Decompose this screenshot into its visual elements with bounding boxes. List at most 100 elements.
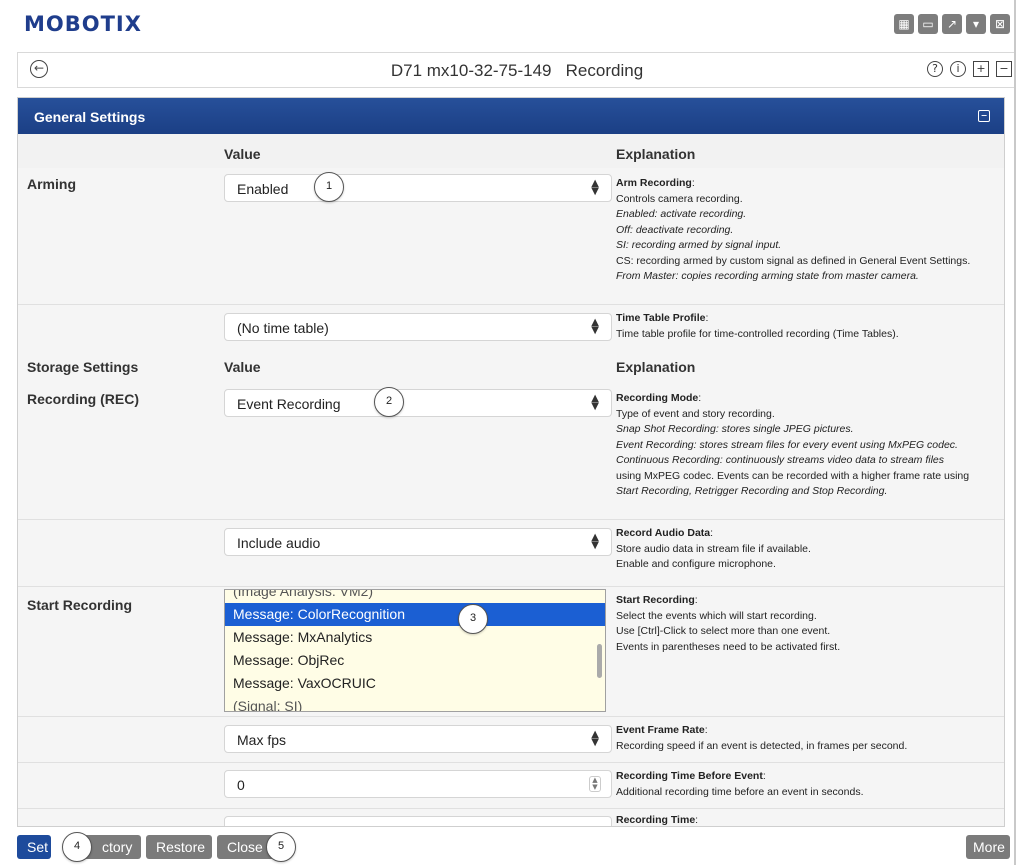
audio-expl-title: Record Audio Data: [616, 527, 711, 539]
recording-explanation: Recording Mode: Type of event and story …: [616, 391, 1001, 500]
restore-button[interactable]: Restore: [146, 835, 212, 859]
panel-header[interactable]: General Settings −: [18, 98, 1004, 134]
start-recording-label: Start Recording: [27, 597, 133, 613]
recording-time-expl-title: Recording Time: [616, 814, 696, 826]
arming-expl-line: Off: deactivate recording.: [616, 223, 734, 236]
frame-rate-explanation: Event Frame Rate: Recording speed if an …: [616, 723, 1001, 754]
select-arrow-icon: ▲ ▼: [591, 729, 599, 748]
timetable-expl-line: Time table profile for time-controlled r…: [616, 327, 899, 340]
arming-row: Arming Enabled ▲ ▼ 1 Arm Recording: Contr…: [18, 168, 1004, 304]
title-icon-group: ? i + −: [927, 61, 1012, 77]
callout-badge-3: 3: [458, 604, 488, 634]
storage-header-row: Storage Settings Value Explanation: [18, 349, 1004, 383]
timetable-row: (No time table) ▲ ▼ Time Table Profile: T…: [18, 304, 1004, 349]
list-item[interactable]: Message: ObjRec: [225, 649, 605, 672]
callout-badge-5: 5: [266, 832, 296, 862]
recording-expl-line: Type of event and story recording.: [616, 407, 775, 420]
general-settings-panel: General Settings − Value Explanation Arm…: [17, 97, 1005, 827]
close-box-icon[interactable]: ⊠: [990, 14, 1010, 34]
recording-expl-line: Continuous Recording: continuously strea…: [616, 454, 945, 466]
recording-time-row: Recording Time:: [18, 808, 1004, 826]
list-item-selected[interactable]: Message: ColorRecognition: [225, 603, 605, 626]
expand-all-icon[interactable]: +: [973, 61, 989, 77]
grid-icon[interactable]: ▦: [894, 14, 914, 34]
page-title: D71 mx10-32-75-149 Recording: [390, 61, 644, 80]
frame-rate-expl-title: Event Frame Rate: [616, 724, 705, 736]
collapse-icon[interactable]: −: [978, 110, 990, 122]
bottom-button-bar: Set ctory Restore Close More 4 5: [17, 830, 1016, 865]
arming-expl-line: Enabled: activate recording.: [616, 208, 747, 220]
value-column-header: Value: [224, 146, 261, 162]
select-arrow-icon: ▲ ▼: [591, 317, 599, 336]
arming-expl-line: CS: recording armed by custom signal as …: [616, 254, 971, 267]
top-bar: MOBOTIX ▦ ▭ ↗ ▾ ⊠: [0, 0, 1016, 48]
list-item[interactable]: (Signal: SI): [225, 695, 605, 711]
title-bar: ← D71 mx10-32-75-149 Recording ? i + −: [17, 52, 1016, 88]
start-recording-explanation: Start Recording: Select the events which…: [616, 593, 1001, 655]
timetable-select-value: (No time table): [237, 320, 329, 336]
time-before-explanation: Recording Time Before Event: Additional …: [616, 769, 1001, 800]
audio-row: Include audio ▲ ▼ Record Audio Data: Stor…: [18, 519, 1004, 586]
storage-settings-label: Storage Settings: [27, 359, 139, 375]
start-expl-title: Start Recording: [616, 594, 695, 606]
explanation-column-header: Explanation: [616, 359, 696, 375]
callout-badge-2: 2: [374, 387, 404, 417]
window-icon[interactable]: ▭: [918, 14, 938, 34]
arming-expl-line: Controls camera recording.: [616, 192, 743, 205]
collapse-all-icon[interactable]: −: [996, 61, 1012, 77]
start-expl-line: Select the events which will start recor…: [616, 609, 817, 622]
audio-expl-line: Enable and configure microphone.: [616, 558, 776, 570]
recording-mode-select[interactable]: Event Recording ▲ ▼: [224, 389, 612, 417]
timetable-expl-title: Time Table Profile: [616, 312, 706, 324]
arming-label: Arming: [27, 176, 76, 192]
arming-select[interactable]: Enabled ▲ ▼: [224, 174, 612, 202]
recording-expl-line: Start Recording, Retrigger Recording and…: [616, 485, 888, 497]
top-icon-group: ▦ ▭ ↗ ▾ ⊠: [894, 14, 1010, 34]
recording-mode-value: Event Recording: [237, 396, 341, 412]
recording-label: Recording (REC): [27, 391, 139, 407]
more-button[interactable]: More: [966, 835, 1010, 859]
explanation-column-header: Explanation: [616, 146, 696, 162]
time-before-row: 0 ▲ ▼ Recording Time Before Event: Additi…: [18, 762, 1004, 808]
time-before-input[interactable]: 0 ▲ ▼: [224, 770, 612, 798]
listbox-scrollbar[interactable]: [597, 644, 602, 678]
set-button[interactable]: Set: [17, 835, 51, 859]
recording-time-input[interactable]: [224, 816, 612, 826]
external-link-icon[interactable]: ↗: [942, 14, 962, 34]
timetable-select[interactable]: (No time table) ▲ ▼: [224, 313, 612, 341]
info-icon[interactable]: i: [950, 61, 966, 77]
column-header-row: Value Explanation: [18, 134, 1004, 168]
callout-badge-4: 4: [62, 832, 92, 862]
audio-expl-line: Store audio data in stream file if avail…: [616, 542, 811, 555]
recording-expl-line: Event Recording: stores stream files for…: [616, 438, 958, 451]
arming-expl-line: From Master: copies recording arming sta…: [616, 270, 919, 282]
select-arrow-icon: ▲ ▼: [591, 393, 599, 412]
value-column-header: Value: [224, 359, 261, 375]
recording-time-explanation: Recording Time:: [616, 814, 699, 826]
recording-expl-line: using MxPEG codec. Events can be recorde…: [616, 469, 970, 482]
list-item[interactable]: Message: MxAnalytics: [225, 626, 605, 649]
frame-rate-value: Max fps: [237, 732, 287, 748]
mobotix-logo: MOBOTIX: [24, 12, 142, 36]
start-expl-line: Use [Ctrl]-Click to select more than one…: [616, 625, 831, 637]
list-item[interactable]: (Image Analysis: VM2): [225, 590, 605, 603]
frame-rate-expl-line: Recording speed if an event is detected,…: [616, 739, 908, 752]
start-recording-listbox[interactable]: (Image Analysis: VM2) Message: ColorReco…: [224, 589, 606, 712]
arming-expl-title: Arm Recording: [616, 177, 692, 189]
arming-expl-line: SI: recording armed by signal input.: [616, 239, 782, 251]
select-arrow-icon: ▲ ▼: [591, 532, 599, 551]
chevron-down-icon[interactable]: ▾: [966, 14, 986, 34]
frame-rate-row: Max fps ▲ ▼ Event Frame Rate: Recording s…: [18, 716, 1004, 762]
recording-mode-row: Recording (REC) Event Recording ▲ ▼ 2 Rec…: [18, 383, 1004, 519]
audio-select[interactable]: Include audio ▲ ▼: [224, 528, 612, 556]
stepper-icon[interactable]: ▲ ▼: [589, 776, 601, 792]
help-icon[interactable]: ?: [927, 61, 943, 77]
arming-select-value: Enabled: [237, 181, 289, 197]
time-before-expl-line: Additional recording time before an even…: [616, 785, 864, 798]
start-expl-line: Events in parentheses need to be activat…: [616, 640, 841, 653]
timetable-explanation: Time Table Profile: Time table profile f…: [616, 311, 1001, 342]
recording-expl-title: Recording Mode: [616, 392, 699, 404]
frame-rate-select[interactable]: Max fps ▲ ▼: [224, 725, 612, 753]
list-item[interactable]: Message: VaxOCRUIC: [225, 672, 605, 695]
select-arrow-icon: ▲ ▼: [591, 178, 599, 197]
